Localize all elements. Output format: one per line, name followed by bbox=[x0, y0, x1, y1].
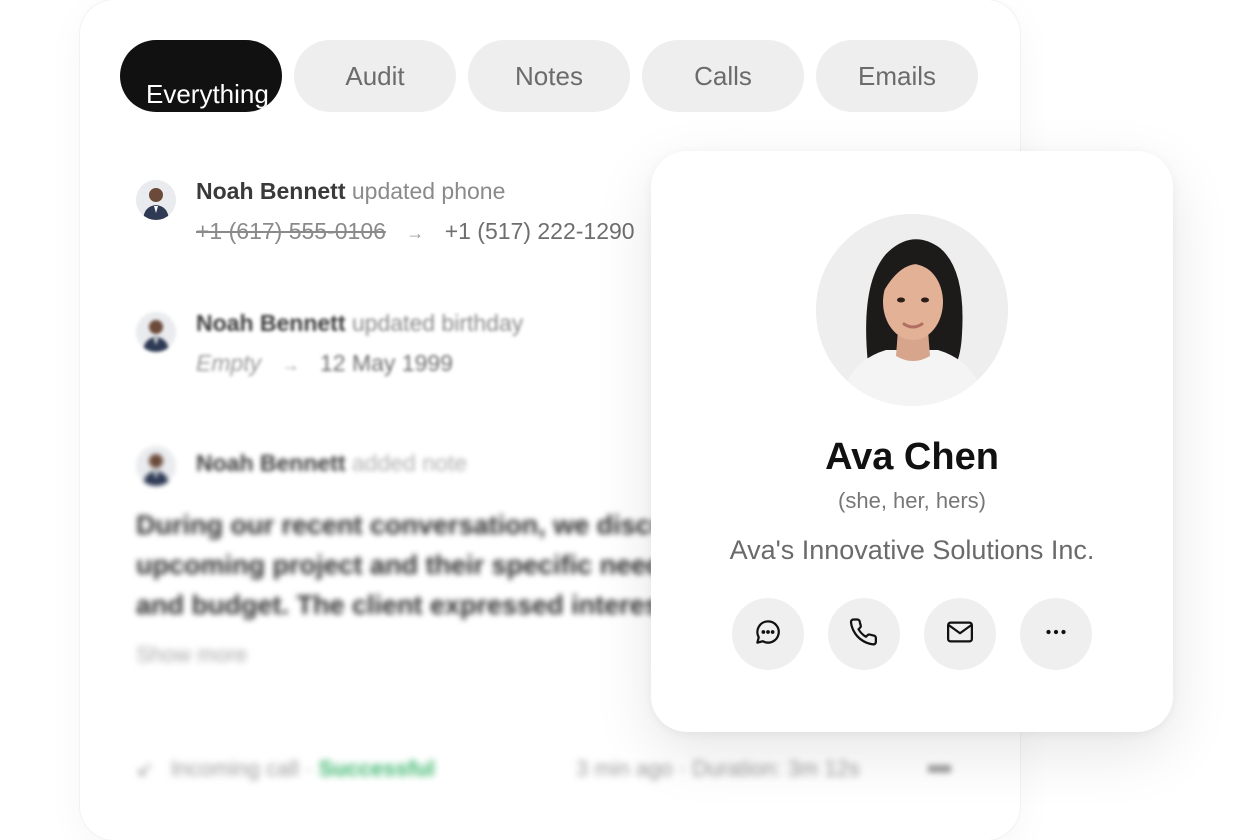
call-type: Incoming call bbox=[170, 756, 299, 781]
more-horizontal-icon bbox=[1041, 617, 1071, 652]
call-duration: Duration: 3m 12s bbox=[692, 756, 860, 781]
email-button[interactable] bbox=[924, 598, 996, 670]
old-value: +1 (617) 555-0106 bbox=[196, 218, 386, 244]
tab-label: Calls bbox=[694, 60, 752, 91]
contact-actions bbox=[732, 598, 1092, 670]
call-meta: 3 min ago · Duration: 3m 12s bbox=[576, 756, 860, 782]
activity-action: updated birthday bbox=[351, 310, 524, 336]
contact-company: Ava's Innovative Solutions Inc. bbox=[729, 535, 1095, 565]
phone-icon bbox=[849, 617, 879, 652]
new-value: +1 (517) 222-1290 bbox=[444, 218, 635, 244]
activity-action: updated phone bbox=[351, 178, 506, 204]
tab-label: Everything bbox=[146, 79, 269, 109]
separator: · bbox=[678, 756, 687, 781]
contact-pronouns: (she, her, hers) bbox=[838, 488, 986, 513]
contact-card: Ava Chen (she, her, hers) Ava's Innovati… bbox=[651, 151, 1173, 732]
call-button[interactable] bbox=[828, 598, 900, 670]
tab-everything[interactable]: Everything bbox=[120, 40, 282, 112]
tab-notes[interactable]: Notes bbox=[468, 40, 630, 112]
activity-action: added note bbox=[351, 450, 468, 476]
more-button[interactable] bbox=[1020, 598, 1092, 670]
activity-change: +1 (617) 555-0106 → +1 (517) 222-1290 bbox=[196, 218, 635, 245]
tab-label: Notes bbox=[515, 60, 583, 91]
old-value: Empty bbox=[196, 350, 262, 376]
show-more-link[interactable]: Show more bbox=[136, 642, 247, 668]
more-horizontal-icon[interactable]: ••• bbox=[928, 756, 951, 782]
tab-label: Emails bbox=[857, 60, 936, 91]
contact-avatar bbox=[816, 214, 1008, 406]
call-log-row: ↙ Incoming call · Successful 3 min ago ·… bbox=[136, 756, 956, 790]
new-value: 12 May 1999 bbox=[319, 350, 453, 376]
arrow-right-icon: → bbox=[406, 223, 425, 243]
portrait-image bbox=[816, 214, 1008, 406]
activity-summary: Noah Bennett updated phone bbox=[196, 178, 505, 205]
activity-user[interactable]: Noah Bennett bbox=[196, 178, 346, 204]
activity-summary: Noah Bennett updated birthday bbox=[196, 310, 523, 337]
avatar bbox=[136, 180, 176, 220]
message-button[interactable] bbox=[732, 598, 804, 670]
activity-summary: Noah Bennett added note bbox=[196, 450, 467, 477]
avatar bbox=[136, 446, 176, 486]
activity-change: Empty → 12 May 1999 bbox=[196, 350, 453, 377]
chat-bubble-icon bbox=[753, 617, 783, 652]
contact-name: Ava Chen bbox=[825, 436, 999, 478]
activity-tabs: Everything Audit Notes Calls Emails bbox=[120, 40, 978, 112]
tab-label: Audit bbox=[345, 60, 405, 91]
avatar bbox=[136, 312, 176, 352]
incoming-call-icon: ↙ bbox=[136, 756, 155, 781]
tab-emails[interactable]: Emails bbox=[816, 40, 978, 112]
mail-icon bbox=[945, 617, 975, 652]
call-time: 3 min ago bbox=[576, 756, 673, 781]
activity-user[interactable]: Noah Bennett bbox=[196, 310, 346, 336]
call-status: Successful bbox=[318, 756, 435, 781]
separator: · bbox=[305, 756, 313, 781]
tab-audit[interactable]: Audit bbox=[294, 40, 456, 112]
tab-calls[interactable]: Calls bbox=[642, 40, 804, 112]
activity-user[interactable]: Noah Bennett bbox=[196, 450, 346, 476]
arrow-right-icon: → bbox=[281, 355, 300, 375]
